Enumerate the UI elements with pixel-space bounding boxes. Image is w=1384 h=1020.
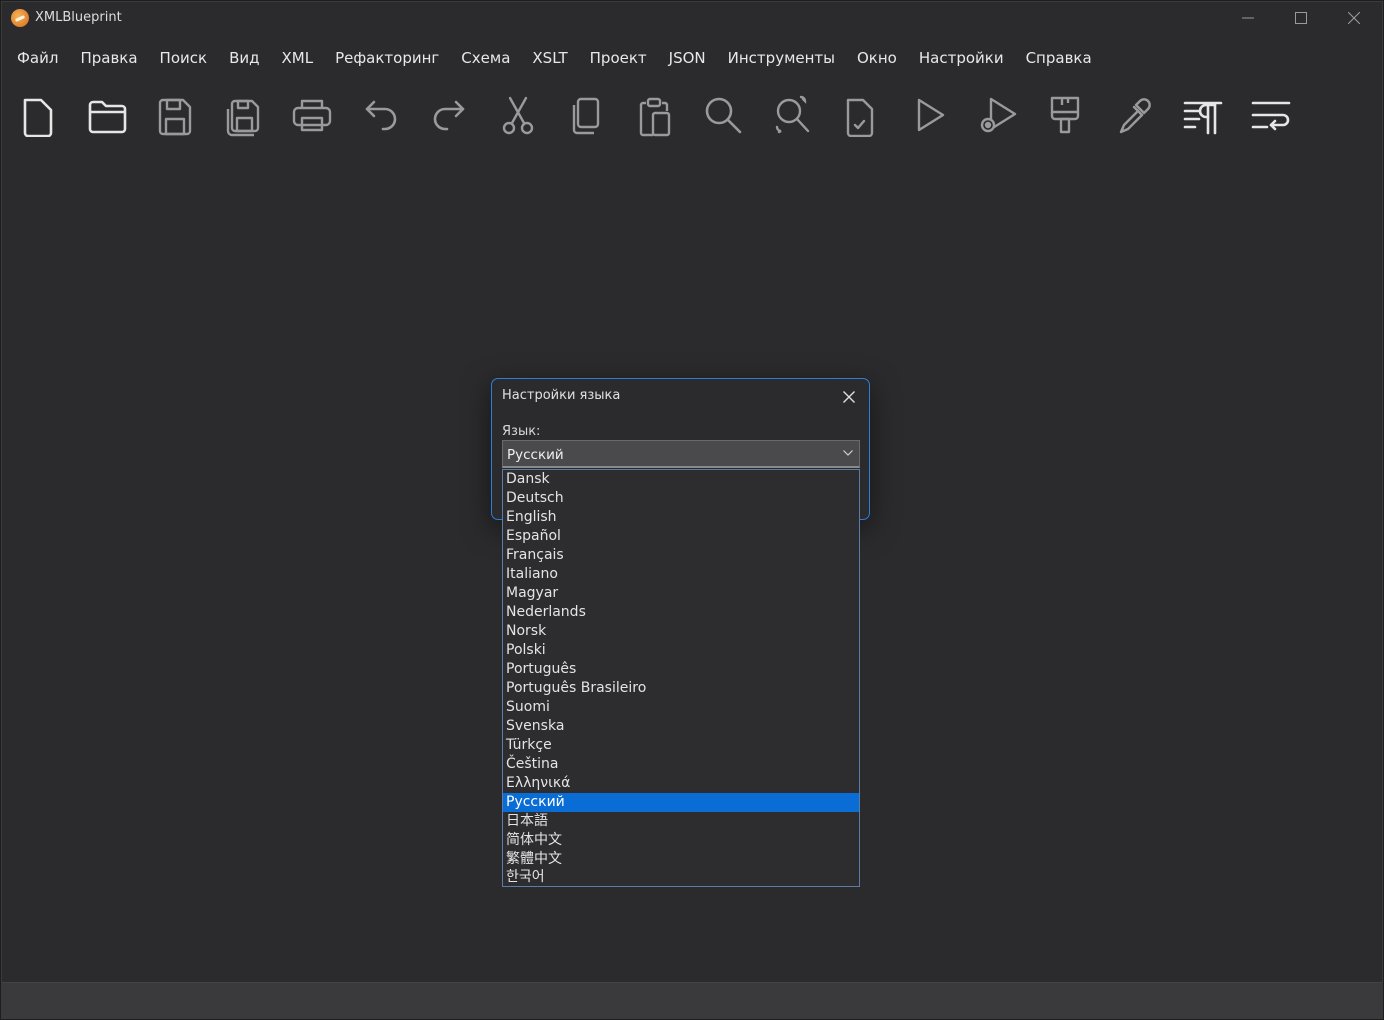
language-option[interactable]: 简体中文 bbox=[503, 831, 859, 850]
print-button[interactable] bbox=[290, 90, 359, 142]
run-button[interactable] bbox=[907, 90, 976, 142]
open-folder-icon bbox=[88, 100, 126, 134]
language-option[interactable]: 日本語 bbox=[503, 812, 859, 831]
dialog-title: Настройки языка bbox=[502, 388, 621, 403]
validate-icon bbox=[846, 98, 874, 137]
save-icon bbox=[158, 98, 192, 136]
menu-project[interactable]: Проект bbox=[579, 44, 658, 74]
run-config-icon bbox=[980, 97, 1017, 133]
dropper-button[interactable] bbox=[1112, 90, 1181, 142]
paste-icon bbox=[639, 97, 670, 137]
close-icon bbox=[1348, 12, 1360, 24]
new-file-button[interactable] bbox=[16, 90, 85, 142]
language-option[interactable]: Norsk bbox=[503, 622, 859, 641]
language-option[interactable]: Ελληνικά bbox=[503, 774, 859, 793]
language-option[interactable]: 한국어 bbox=[503, 868, 859, 887]
maximize-button[interactable] bbox=[1275, 2, 1327, 35]
close-icon bbox=[843, 391, 855, 403]
menu-xml[interactable]: XML bbox=[270, 44, 324, 74]
menu-view[interactable]: Вид bbox=[218, 44, 270, 74]
language-option[interactable]: English bbox=[503, 508, 859, 527]
print-icon bbox=[292, 99, 332, 132]
find-icon bbox=[705, 97, 742, 134]
paste-button[interactable] bbox=[633, 90, 702, 142]
run-icon bbox=[917, 98, 944, 132]
chevron-down-icon bbox=[843, 450, 853, 456]
language-select-value: Русский bbox=[507, 447, 564, 463]
save-all-icon bbox=[226, 99, 259, 137]
undo-icon bbox=[365, 100, 396, 131]
language-option[interactable]: Svenska bbox=[503, 717, 859, 736]
language-option[interactable]: Español bbox=[503, 527, 859, 546]
language-option[interactable]: Magyar bbox=[503, 584, 859, 603]
dropper-icon bbox=[1119, 98, 1151, 134]
word-wrap-button[interactable] bbox=[1249, 90, 1318, 142]
open-button[interactable] bbox=[85, 90, 154, 142]
toolbar bbox=[16, 90, 1318, 142]
language-option[interactable]: Português Brasileiro bbox=[503, 679, 859, 698]
menu-refactoring[interactable]: Рефакторинг bbox=[324, 44, 450, 74]
language-option[interactable]: Français bbox=[503, 546, 859, 565]
copy-button[interactable] bbox=[564, 90, 633, 142]
menu-edit[interactable]: Правка bbox=[69, 44, 148, 74]
cut-button[interactable] bbox=[496, 90, 565, 142]
dialog-close-button[interactable] bbox=[837, 386, 861, 408]
copy-icon bbox=[572, 97, 600, 135]
replace-button[interactable] bbox=[770, 90, 839, 142]
pretty-print-icon bbox=[1183, 101, 1222, 135]
status-bar bbox=[2, 982, 1382, 1018]
pretty-print-button[interactable] bbox=[1181, 90, 1250, 142]
menu-xslt[interactable]: XSLT bbox=[521, 44, 578, 74]
language-option[interactable]: Suomi bbox=[503, 698, 859, 717]
language-option[interactable]: Deutsch bbox=[503, 489, 859, 508]
menu-help[interactable]: Справка bbox=[1015, 44, 1103, 74]
save-button[interactable] bbox=[153, 90, 222, 142]
cut-icon bbox=[502, 96, 533, 135]
language-option[interactable]: Polski bbox=[503, 641, 859, 660]
new-file-icon bbox=[23, 98, 53, 137]
language-option-selected[interactable]: Русский bbox=[503, 793, 859, 812]
language-option[interactable]: Čeština bbox=[503, 755, 859, 774]
language-option[interactable]: Nederlands bbox=[503, 603, 859, 622]
run-config-button[interactable] bbox=[975, 90, 1044, 142]
title-bar[interactable]: XMLBlueprint bbox=[2, 2, 1382, 35]
language-option[interactable]: Italiano bbox=[503, 565, 859, 584]
language-option[interactable]: 繁體中文 bbox=[503, 850, 859, 869]
menu-bar: Файл Правка Поиск Вид XML Рефакторинг Сх… bbox=[2, 44, 1103, 74]
language-dropdown-list[interactable]: Dansk Deutsch English Español Français I… bbox=[502, 469, 860, 887]
language-option[interactable]: Türkçe bbox=[503, 736, 859, 755]
redo-button[interactable] bbox=[427, 90, 496, 142]
menu-tools[interactable]: Инструменты bbox=[717, 44, 846, 74]
menu-json[interactable]: JSON bbox=[658, 44, 717, 74]
save-all-button[interactable] bbox=[222, 90, 291, 142]
menu-search[interactable]: Поиск bbox=[149, 44, 219, 74]
menu-schema[interactable]: Схема bbox=[450, 44, 521, 74]
brush-button[interactable] bbox=[1044, 90, 1113, 142]
menu-settings[interactable]: Настройки bbox=[908, 44, 1015, 74]
window-title: XMLBlueprint bbox=[35, 10, 122, 25]
language-option[interactable]: Português bbox=[503, 660, 859, 679]
replace-icon bbox=[775, 95, 809, 134]
maximize-icon bbox=[1295, 12, 1307, 24]
brush-icon bbox=[1050, 96, 1079, 134]
word-wrap-icon bbox=[1251, 101, 1291, 131]
undo-button[interactable] bbox=[359, 90, 428, 142]
close-window-button[interactable] bbox=[1328, 2, 1380, 35]
validate-button[interactable] bbox=[838, 90, 907, 142]
menu-window[interactable]: Окно bbox=[846, 44, 908, 74]
language-option[interactable]: Dansk bbox=[503, 470, 859, 489]
minimize-button[interactable] bbox=[1222, 2, 1274, 35]
language-select[interactable]: Русский bbox=[502, 440, 860, 468]
redo-icon bbox=[433, 100, 465, 131]
minimize-icon bbox=[1242, 17, 1254, 19]
language-label: Язык: bbox=[502, 424, 541, 439]
app-logo-icon bbox=[11, 9, 29, 27]
find-button[interactable] bbox=[701, 90, 770, 142]
menu-file[interactable]: Файл bbox=[2, 44, 69, 74]
